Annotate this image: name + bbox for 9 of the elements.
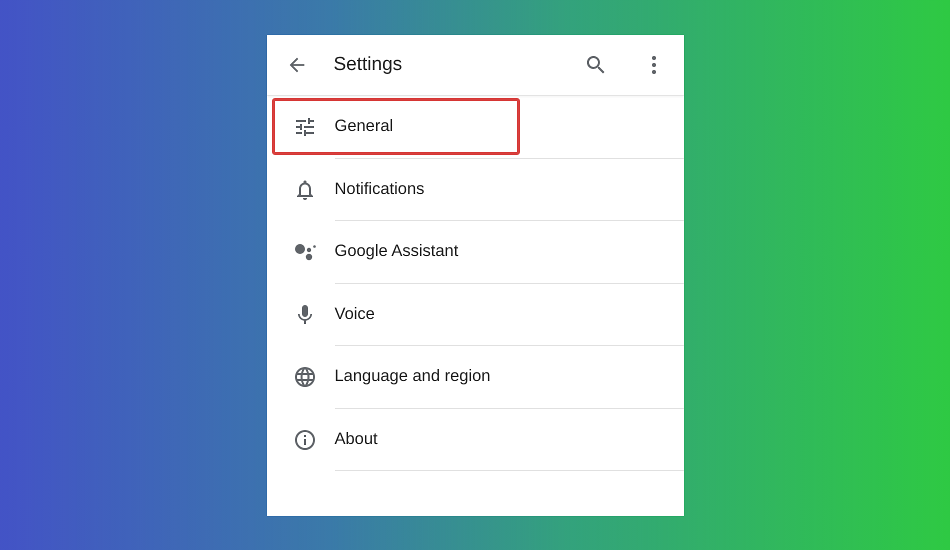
settings-item[interactable]: General xyxy=(334,114,394,140)
settings-item[interactable]: Google Assistant xyxy=(334,239,458,264)
settings-item[interactable]: About xyxy=(334,426,378,452)
globe-icon xyxy=(292,365,316,390)
screen-title: Settings xyxy=(334,52,402,77)
settings-item[interactable]: Language and region xyxy=(334,364,490,390)
settings-item[interactable]: Notifications xyxy=(334,176,424,202)
settings-item[interactable]: Voice xyxy=(334,302,375,327)
info-icon xyxy=(292,428,316,452)
